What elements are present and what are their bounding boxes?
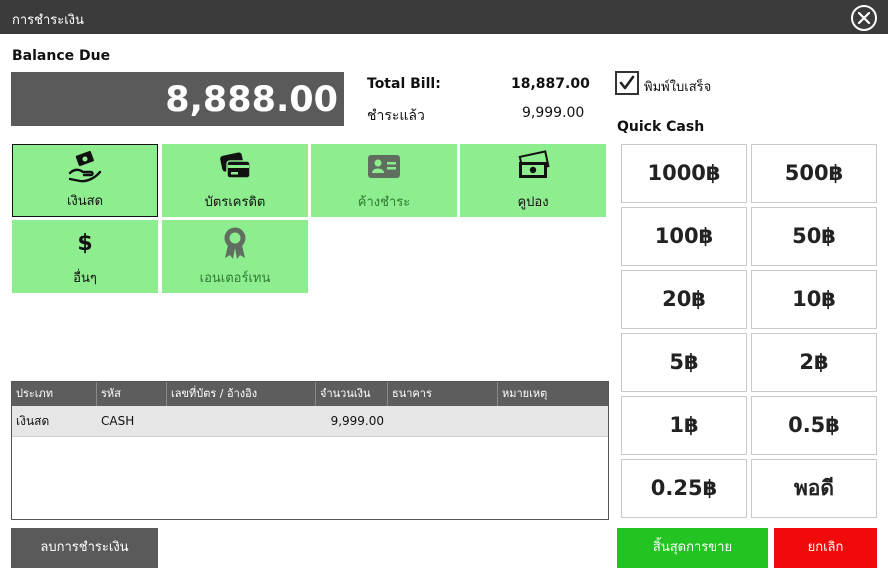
- paid-value: 9,999.00: [522, 105, 585, 121]
- paid-label: ชำระแล้ว: [367, 108, 425, 124]
- cell-code: CASH: [101, 414, 135, 428]
- money-bill-icon: [518, 150, 550, 178]
- quick-cash-100-button[interactable]: 100฿: [621, 207, 747, 266]
- column-header-note[interactable]: หมายเหตุ: [498, 382, 608, 406]
- column-header-type[interactable]: ประเภท: [12, 382, 97, 406]
- quick-cash-500-button[interactable]: 500฿: [751, 144, 877, 203]
- svg-text:$: $: [77, 231, 92, 256]
- total-bill-label: Total Bill:: [367, 76, 441, 92]
- clear-payment-button[interactable]: ลบการชำระเงิน: [11, 528, 158, 568]
- window-title: การชำระเงิน: [12, 13, 84, 28]
- checkmark-icon: [619, 75, 635, 90]
- balance-due-label: Balance Due: [12, 48, 111, 64]
- award-icon: [224, 227, 246, 259]
- balance-due-amount: 8,888.00: [11, 72, 344, 126]
- close-button[interactable]: [851, 5, 877, 31]
- table-row[interactable]: เงินสด CASH 9,999.00: [12, 406, 608, 437]
- cell-type: เงินสด: [16, 414, 50, 428]
- quick-cash-1-button[interactable]: 1฿: [621, 396, 747, 455]
- payment-coupon-button[interactable]: คูปอง: [460, 144, 606, 217]
- column-header-bank[interactable]: ธนาคาร: [388, 382, 498, 406]
- quick-cash-10-button[interactable]: 10฿: [751, 270, 877, 329]
- payment-credit-card-label: บัตรเครดิต: [204, 195, 266, 210]
- column-header-code[interactable]: รหัส: [97, 382, 167, 406]
- quick-cash-0-25-button[interactable]: 0.25฿: [621, 459, 747, 518]
- table-header: ประเภท รหัส เลขที่บัตร / อ้างอิง จำนวนเง…: [12, 382, 608, 406]
- close-icon: [858, 12, 870, 24]
- column-header-amount[interactable]: จำนวนเงิน: [316, 382, 388, 406]
- quick-cash-0-5-button[interactable]: 0.5฿: [751, 396, 877, 455]
- payment-entertain-label: เอนเตอร์เทน: [199, 271, 271, 286]
- finish-sale-button[interactable]: สิ้นสุดการขาย: [617, 528, 768, 568]
- payment-table: ประเภท รหัส เลขที่บัตร / อ้างอิง จำนวนเง…: [11, 381, 609, 520]
- quick-cash-label: Quick Cash: [617, 119, 705, 135]
- payment-outstanding-button[interactable]: ค้างชำระ: [311, 144, 457, 217]
- cancel-button[interactable]: ยกเลิก: [774, 528, 877, 568]
- dollar-sign-icon: $: [77, 231, 92, 256]
- quick-cash-2-button[interactable]: 2฿: [751, 333, 877, 392]
- quick-cash-50-button[interactable]: 50฿: [751, 207, 877, 266]
- total-bill-value: 18,887.00: [511, 76, 590, 92]
- payment-other-button[interactable]: $ อื่นๆ: [12, 220, 158, 293]
- contact-card-icon: [368, 155, 400, 178]
- payment-credit-card-button[interactable]: บัตรเครดิต: [162, 144, 308, 217]
- print-receipt-checkbox[interactable]: [615, 71, 639, 95]
- credit-card-icon: [220, 152, 251, 179]
- payment-cash-label: เงินสด: [66, 194, 104, 209]
- payment-outstanding-label: ค้างชำระ: [357, 195, 411, 210]
- quick-cash-1000-button[interactable]: 1000฿: [621, 144, 747, 203]
- quick-cash-20-button[interactable]: 20฿: [621, 270, 747, 329]
- payment-coupon-label: คูปอง: [517, 195, 549, 210]
- quick-cash-exact-button[interactable]: พอดี: [751, 459, 877, 518]
- payment-entertain-button[interactable]: เอนเตอร์เทน: [162, 220, 308, 293]
- payment-cash-button[interactable]: เงินสด: [12, 144, 158, 217]
- cash-hand-icon: [68, 150, 102, 183]
- quick-cash-5-button[interactable]: 5฿: [621, 333, 747, 392]
- print-receipt-label: พิมพ์ใบเสร็จ: [644, 80, 712, 95]
- payment-other-label: อื่นๆ: [73, 271, 97, 286]
- cell-amount: 9,999.00: [330, 414, 384, 428]
- title-bar: การชำระเงิน: [0, 0, 888, 34]
- column-header-reference[interactable]: เลขที่บัตร / อ้างอิง: [167, 382, 316, 406]
